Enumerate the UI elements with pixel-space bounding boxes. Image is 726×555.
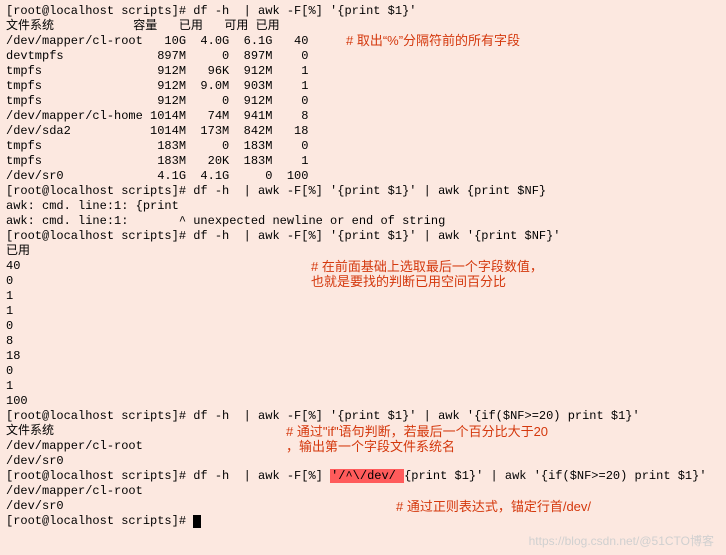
df-row: devtmpfs 897M 0 897M 0 xyxy=(6,49,720,64)
cursor-icon xyxy=(193,515,201,528)
annotation-3b: ，输出第一个字段文件系统名 xyxy=(286,439,455,454)
out-val: /dev/sr0 xyxy=(6,454,720,469)
cmd-line-5: [root@localhost scripts]# df -h | awk -F… xyxy=(6,469,720,484)
command-text: df -h | awk -F[%] '{print $1}' | awk '{i… xyxy=(193,409,639,423)
df-row: tmpfs 183M 0 183M 0 xyxy=(6,139,720,154)
out-val: 1 xyxy=(6,379,720,394)
annotation-2b: 也就是要找的判断已用空间百分比 xyxy=(311,274,506,289)
cmd-line-prompt[interactable]: [root@localhost scripts]# xyxy=(6,514,720,529)
df-row: tmpfs 183M 20K 183M 1 xyxy=(6,154,720,169)
df-header: 文件系统 容量 已用 可用 已用# 取出“%”分隔符前的所有字段 xyxy=(6,19,720,34)
regex-highlight: '/^\/dev/ xyxy=(330,469,404,483)
out-val: /dev/mapper/cl-root，输出第一个字段文件系统名 xyxy=(6,439,720,454)
command-text: df -h | awk -F[%] '{print $1}' xyxy=(193,4,416,18)
annotation-2a: # 在前面基础上选取最后一个字段数值， xyxy=(311,259,543,274)
cmd-line-2: [root@localhost scripts]# df -h | awk -F… xyxy=(6,184,720,199)
df-row: /dev/sr0 4.1G 4.1G 0 100 xyxy=(6,169,720,184)
df-row: tmpfs 912M 0 912M 0 xyxy=(6,94,720,109)
out-val: 8 xyxy=(6,334,720,349)
command-text: df -h | awk -F[%] '{print $1}' | awk '{p… xyxy=(193,229,560,243)
out-val: 100 xyxy=(6,394,720,409)
watermark: https://blog.csdn.net/@51CTO博客 xyxy=(529,534,714,549)
df-row: /dev/mapper/cl-root 10G 4.0G 6.1G 40 xyxy=(6,34,720,49)
out-val: /dev/mapper/cl-root xyxy=(6,484,720,499)
df-row: /dev/sda2 1014M 173M 842M 18 xyxy=(6,124,720,139)
df-row: tmpfs 912M 96K 912M 1 xyxy=(6,64,720,79)
cmd-line-1: [root@localhost scripts]# df -h | awk -F… xyxy=(6,4,720,19)
df-row: tmpfs 912M 9.0M 903M 1 xyxy=(6,79,720,94)
out-val: 0 xyxy=(6,364,720,379)
out-val: 0也就是要找的判断已用空间百分比 xyxy=(6,274,720,289)
prompt: [root@localhost scripts]# xyxy=(6,4,193,18)
error-line: awk: cmd. line:1: {print xyxy=(6,199,720,214)
out-val: 1 xyxy=(6,289,720,304)
command-text: {print $1}' | awk '{if($NF>=20) print $1… xyxy=(404,469,706,483)
cmd-line-4: [root@localhost scripts]# df -h | awk -F… xyxy=(6,409,720,424)
annotation-4: # 通过正则表达式，锚定行首/dev/ xyxy=(396,499,591,514)
command-text: df -h | awk -F[%] xyxy=(193,469,330,483)
out-val: 18 xyxy=(6,349,720,364)
annotation-3a: # 通过"if"语句判断，若最后一个百分比大于20 xyxy=(286,424,548,439)
error-line: awk: cmd. line:1: ^ unexpected newline o… xyxy=(6,214,720,229)
out-header: 文件系统# 通过"if"语句判断，若最后一个百分比大于20 xyxy=(6,424,720,439)
out-val: /dev/sr0# 通过正则表达式，锚定行首/dev/ xyxy=(6,499,720,514)
command-text: df -h | awk -F[%] '{print $1}' | awk {pr… xyxy=(193,184,546,198)
out-header: 已用 xyxy=(6,244,720,259)
out-val: 1 xyxy=(6,304,720,319)
df-row: /dev/mapper/cl-home 1014M 74M 941M 8 xyxy=(6,109,720,124)
out-val: 0 xyxy=(6,319,720,334)
out-val: 40# 在前面基础上选取最后一个字段数值， xyxy=(6,259,720,274)
cmd-line-3: [root@localhost scripts]# df -h | awk -F… xyxy=(6,229,720,244)
